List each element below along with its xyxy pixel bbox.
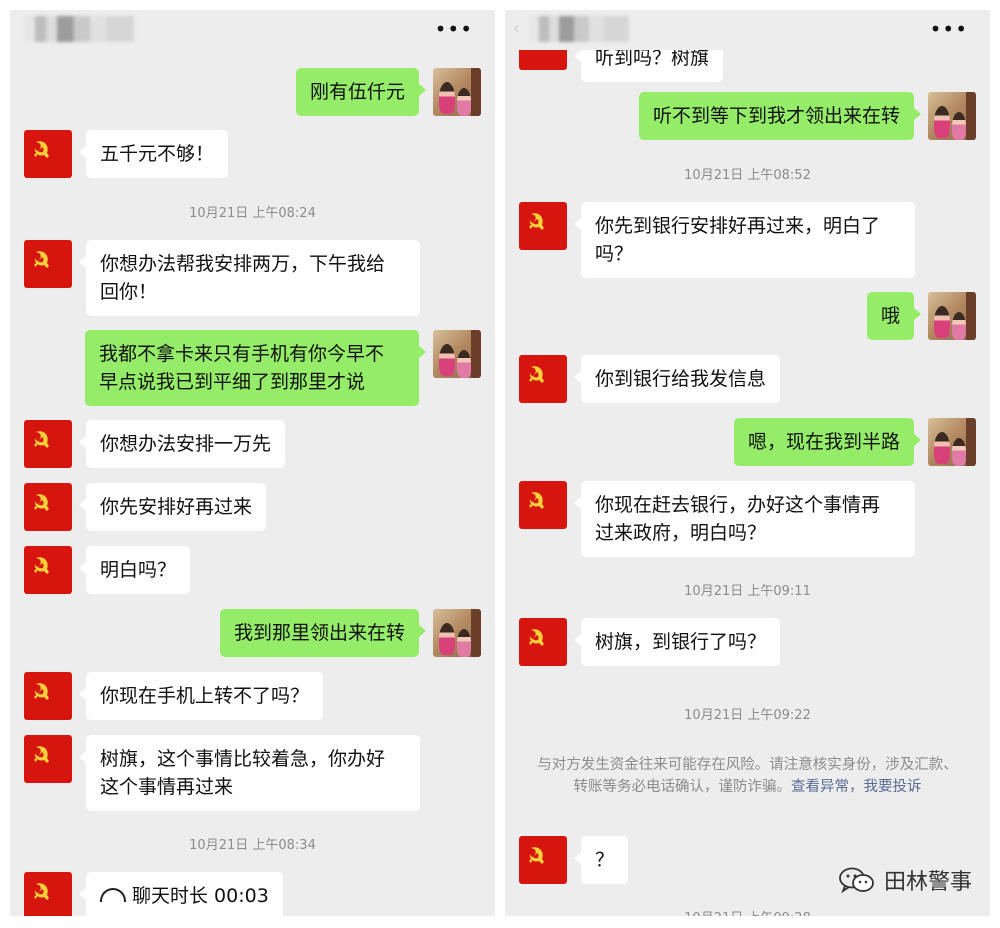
user-avatar[interactable] (433, 609, 481, 657)
hammer-sickle-icon (34, 141, 49, 158)
message-bubble-sent[interactable]: 嗯，现在我到半路 (733, 418, 922, 466)
chat-panel-right: 听到吗？树旗 ‹ ••• 听不到等下到我才领出来在转 10月21日 上午08:5… (505, 10, 990, 916)
contact-avatar[interactable] (519, 481, 567, 529)
call-duration: 聊天时长 00:03 (132, 885, 269, 907)
hammer-sickle-icon (34, 683, 49, 700)
contact-avatar[interactable] (24, 130, 72, 178)
back-chevron-icon[interactable]: ‹ (513, 18, 520, 39)
call-record-bubble[interactable]: 聊天时长 00:03 (79, 872, 283, 916)
hammer-sickle-icon (34, 431, 49, 448)
hammer-sickle-icon (529, 629, 544, 646)
timestamp: 10月21日 上午09:11 (684, 584, 811, 599)
wechat-logo-icon (839, 867, 874, 894)
message-bubble-sent[interactable]: 哦 (866, 292, 922, 340)
message-bubble-received[interactable]: 你到银行给我发信息 (573, 355, 781, 403)
timestamp: 10月21日 上午09:22 (684, 708, 811, 723)
user-avatar[interactable] (433, 68, 481, 116)
message-bubble-received[interactable]: ？ (573, 836, 629, 884)
contact-avatar[interactable] (24, 735, 72, 783)
user-avatar[interactable] (928, 292, 976, 340)
contact-avatar[interactable] (519, 355, 567, 403)
message-bubble-received[interactable]: 你先到银行安排好再过来，明白了 吗？ (574, 202, 915, 278)
report-link[interactable]: 查看异常，我要投诉 (791, 779, 922, 795)
message-bubble-received[interactable]: 树旗，到银行了吗？ (573, 618, 781, 666)
message-bubble-sent[interactable]: 听不到等下到我才领出来在转 (638, 92, 922, 140)
hammer-sickle-icon (529, 847, 544, 864)
timestamp: 10月21日 上午08:24 (189, 206, 316, 221)
hammer-sickle-icon (34, 883, 49, 900)
timestamp: 10月21日 上午08:52 (684, 168, 811, 183)
hammer-sickle-icon (529, 492, 544, 509)
more-icon[interactable]: ••• (435, 16, 473, 42)
fraud-warning-notice: 与对方发生资金往来可能存在风险。请注意核实身份，涉及汇款、转账等务必电话确认，谨… (535, 754, 960, 798)
message-bubble-received[interactable]: 明白吗？ (78, 546, 191, 594)
chat-header: ‹ ••• (505, 10, 990, 50)
call-icon (100, 887, 126, 902)
message-bubble-received[interactable]: 你想办法帮我安排两万，下午我给 回你！ (79, 240, 420, 316)
timestamp: 10月21日 上午08:34 (189, 838, 316, 853)
contact-avatar[interactable] (24, 672, 72, 720)
blurred-contact-name (24, 16, 134, 42)
chat-header: ••• (10, 10, 495, 50)
hammer-sickle-icon (34, 494, 49, 511)
message-bubble-received[interactable]: 你想办法安排一万先 (78, 420, 286, 468)
contact-avatar[interactable] (24, 546, 72, 594)
message-bubble-received[interactable]: 五千元不够！ (78, 130, 229, 178)
more-icon[interactable]: ••• (930, 16, 968, 42)
timestamp: 10月21日 上午09:28 (505, 907, 990, 916)
hammer-sickle-icon (34, 746, 49, 763)
contact-avatar[interactable] (519, 202, 567, 250)
user-avatar[interactable] (433, 330, 481, 378)
message-bubble-sent[interactable]: 我都不拿卡来只有手机有你今早不 早点说我已到平细了到那里才说 (85, 330, 426, 406)
user-avatar[interactable] (928, 418, 976, 466)
hammer-sickle-icon (34, 251, 49, 268)
blurred-contact-name (529, 16, 629, 42)
contact-avatar[interactable] (519, 836, 567, 884)
user-avatar[interactable] (928, 92, 976, 140)
contact-avatar[interactable] (24, 872, 72, 916)
message-bubble-received[interactable]: 你现在手机上转不了吗？ (78, 672, 324, 720)
watermark-text: 田林警事 (883, 870, 972, 895)
contact-avatar[interactable] (519, 618, 567, 666)
contact-avatar[interactable] (24, 420, 72, 468)
chat-panel-left: ••• 刚有伍仟元 五千元不够！ 10月21日 上午08:24 你想办法帮我安排… (10, 10, 495, 916)
contact-avatar[interactable] (24, 240, 72, 288)
hammer-sickle-icon (34, 557, 49, 574)
message-bubble-sent[interactable]: 我到那里领出来在转 (219, 609, 427, 657)
message-bubble-sent[interactable]: 刚有伍仟元 (295, 68, 427, 116)
message-bubble-received[interactable]: 你现在赶去银行，办好这个事情再 过来政府，明白吗？ (574, 481, 915, 557)
message-bubble-received[interactable]: 你先安排好再过来 (78, 483, 267, 531)
hammer-sickle-icon (529, 213, 544, 230)
contact-avatar[interactable] (24, 483, 72, 531)
message-bubble-received[interactable]: 树旗，这个事情比较着急，你办好 这个事情再过来 (79, 735, 420, 811)
hammer-sickle-icon (529, 366, 544, 383)
watermark: 田林警事 (838, 864, 972, 896)
